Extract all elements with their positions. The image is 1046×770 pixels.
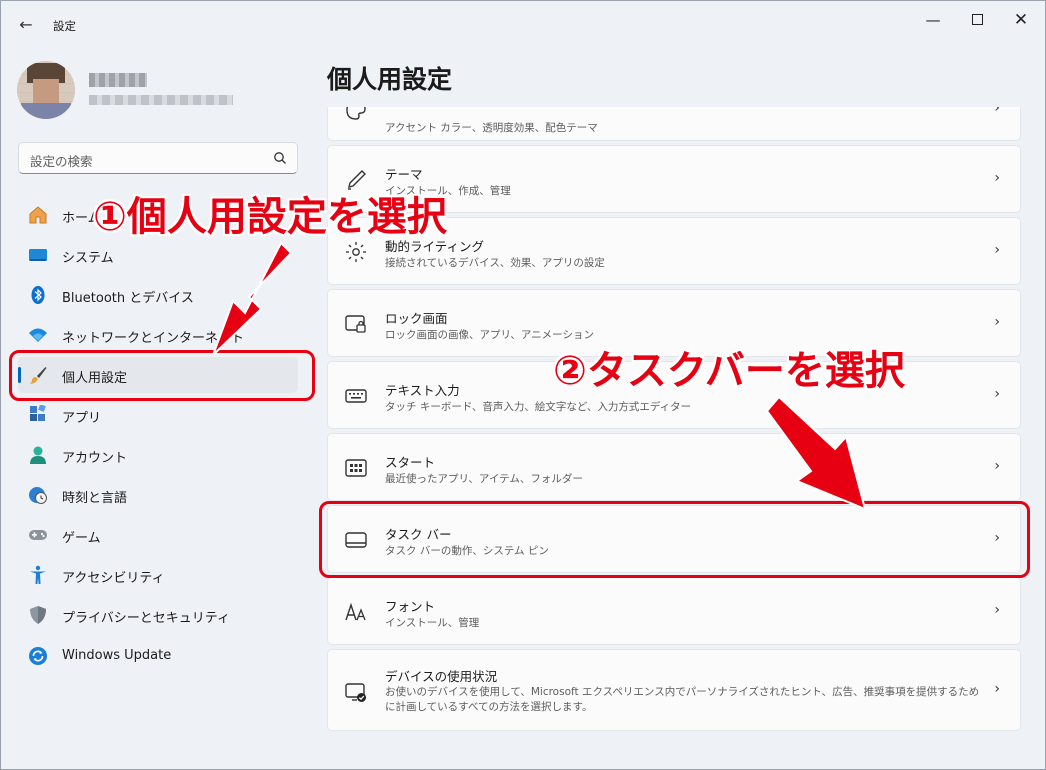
lock-screen-icon xyxy=(345,315,366,333)
sidebar-item-label: システム xyxy=(62,251,114,266)
wifi-icon xyxy=(29,328,47,342)
highlight-personalization xyxy=(9,350,315,401)
highlight-taskbar xyxy=(319,501,1030,578)
maximize-button[interactable] xyxy=(957,9,997,31)
card-title: テーマ xyxy=(385,167,423,182)
card-desc: 接続されているデバイス、効果、アプリの設定 xyxy=(385,257,605,269)
maximize-icon xyxy=(971,14,983,25)
sidebar-item-bluetooth[interactable]: Bluetooth とデバイス xyxy=(18,277,298,313)
card-desc: 最近使ったアプリ、アイテム、フォルダー xyxy=(385,473,583,485)
chevron-right-icon: › xyxy=(994,170,1000,186)
card-title: スタート xyxy=(385,455,436,470)
card-start[interactable]: スタート 最近使ったアプリ、アイテム、フォルダー › xyxy=(327,433,1021,501)
card-title: フォント xyxy=(385,599,436,614)
sidebar-item-system[interactable]: システム xyxy=(18,237,298,273)
sidebar-item-windows-update[interactable]: Windows Update xyxy=(18,638,298,674)
sidebar-item-label: ネットワークとインターネット xyxy=(62,331,245,346)
home-icon xyxy=(29,206,47,224)
accessibility-icon xyxy=(30,565,46,584)
settings-window: ← 設定 — ✕ 設定の検索 ホーム システム Bluetooth とデバイス … xyxy=(0,0,1046,770)
card-desc: タッチ キーボード、音声入力、絵文字など、入力方式エディター xyxy=(385,401,692,413)
title-bar: ← 設定 — ✕ xyxy=(1,1,1045,49)
globe-clock-icon xyxy=(29,487,47,504)
sidebar-item-label: アクセシビリティ xyxy=(62,571,165,586)
start-icon xyxy=(345,459,367,477)
sidebar-item-label: 時刻と言語 xyxy=(62,491,128,506)
card-device-usage[interactable]: デバイスの使用状況 お使いのデバイスを使用して、Microsoft エクスペリエ… xyxy=(327,649,1021,731)
monitor-icon xyxy=(29,249,47,261)
search-placeholder: 設定の検索 xyxy=(30,154,93,169)
card-colors[interactable]: アクセント カラー、透明度効果、配色テーマ › xyxy=(327,107,1021,141)
shield-icon xyxy=(30,606,46,624)
sidebar-item-accessibility[interactable]: アクセシビリティ xyxy=(18,557,298,593)
profile-email-blurred xyxy=(89,95,233,105)
sidebar-item-label: アカウント xyxy=(62,451,128,466)
apps-icon xyxy=(30,405,46,421)
app-title: 設定 xyxy=(53,19,76,33)
keyboard-icon xyxy=(345,389,367,403)
profile-name-blurred xyxy=(89,73,147,87)
back-arrow-icon[interactable]: ← xyxy=(15,15,37,35)
sidebar-item-label: Bluetooth とデバイス xyxy=(62,291,194,306)
annotation-step1: ①個人用設定を選択 xyxy=(93,194,448,241)
lighting-icon xyxy=(346,242,366,262)
card-title: テキスト入力 xyxy=(385,383,460,398)
bluetooth-icon xyxy=(31,286,45,304)
chevron-right-icon: › xyxy=(994,681,1000,697)
chevron-right-icon: › xyxy=(994,602,1000,618)
sidebar-item-label: プライバシーとセキュリティ xyxy=(62,611,230,626)
chevron-right-icon: › xyxy=(994,107,1000,116)
chevron-right-icon: › xyxy=(994,242,1000,258)
sidebar-item-privacy[interactable]: プライバシーとセキュリティ xyxy=(18,597,298,633)
chevron-right-icon: › xyxy=(994,314,1000,330)
search-input[interactable]: 設定の検索 xyxy=(18,142,298,174)
close-button[interactable]: ✕ xyxy=(1001,9,1041,31)
sidebar-item-label: ゲーム xyxy=(62,531,101,546)
annotation-step2: ②タスクバーを選択 xyxy=(553,348,906,395)
font-icon xyxy=(345,602,366,621)
card-desc: インストール、管理 xyxy=(385,617,480,629)
gamepad-icon xyxy=(29,530,47,540)
card-fonts[interactable]: フォント インストール、管理 › xyxy=(327,577,1021,645)
palette-icon xyxy=(346,107,366,120)
sidebar-item-gaming[interactable]: ゲーム xyxy=(18,517,298,553)
update-icon xyxy=(29,647,47,665)
sidebar-item-label: アプリ xyxy=(62,411,102,426)
page-title: 個人用設定 xyxy=(327,65,453,94)
person-icon xyxy=(30,446,46,464)
sidebar-item-accounts[interactable]: アカウント xyxy=(18,437,298,473)
search-icon xyxy=(274,152,286,164)
sidebar-item-apps[interactable]: アプリ xyxy=(18,397,298,433)
sidebar-item-label: Windows Update xyxy=(62,648,172,663)
minimize-button[interactable]: — xyxy=(913,9,953,31)
chevron-right-icon: › xyxy=(994,386,1000,402)
sidebar-item-time-language[interactable]: 時刻と言語 xyxy=(18,477,298,513)
card-desc: アクセント カラー、透明度効果、配色テーマ xyxy=(385,122,598,134)
card-title: デバイスの使用状況 xyxy=(385,669,498,684)
avatar[interactable] xyxy=(17,61,75,119)
chevron-right-icon: › xyxy=(994,458,1000,474)
card-title: ロック画面 xyxy=(385,311,448,326)
device-usage-icon xyxy=(345,683,366,702)
sidebar-item-network[interactable]: ネットワークとインターネット xyxy=(18,317,298,353)
card-desc: お使いのデバイスを使用して、Microsoft エクスペリエンス内でパーソナライ… xyxy=(385,686,980,713)
